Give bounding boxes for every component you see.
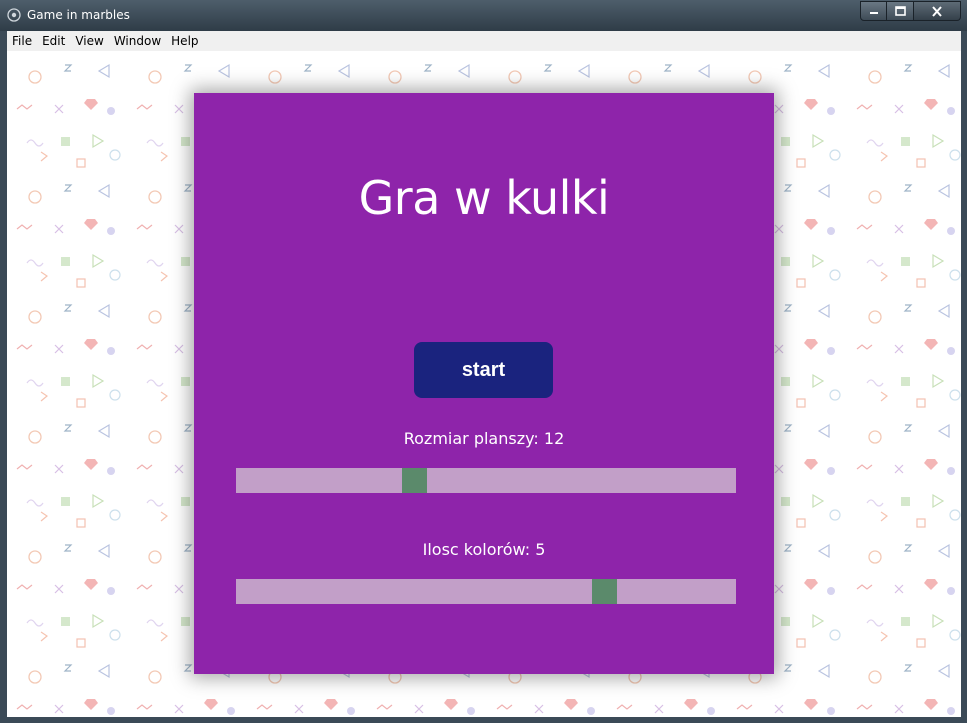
menu-bar: File Edit View Window Help xyxy=(7,31,961,51)
menu-help[interactable]: Help xyxy=(166,34,203,48)
app-icon xyxy=(7,8,21,22)
board-size-slider[interactable] xyxy=(236,468,736,493)
colors-count-label: Ilosc kolorów: 5 xyxy=(422,540,546,559)
close-icon xyxy=(932,5,942,17)
window-title: Game in marbles xyxy=(27,8,130,22)
menu-edit[interactable]: Edit xyxy=(37,34,70,48)
game-title: Gra w kulki xyxy=(358,171,610,225)
board-size-slider-thumb[interactable] xyxy=(402,468,427,493)
menu-card: Gra w kulki start Rozmiar planszy: 12 Il… xyxy=(194,93,774,674)
menu-file[interactable]: File xyxy=(7,34,37,48)
colors-count-slider-thumb[interactable] xyxy=(592,579,617,604)
title-bar[interactable]: Game in marbles xyxy=(0,0,967,31)
close-button[interactable] xyxy=(914,1,961,21)
menu-view[interactable]: View xyxy=(70,34,108,48)
maximize-button[interactable] xyxy=(887,1,914,21)
menu-window[interactable]: Window xyxy=(109,34,166,48)
minimize-button[interactable] xyxy=(860,1,887,21)
game-area: Gra w kulki start Rozmiar planszy: 12 Il… xyxy=(7,51,961,717)
maximize-icon xyxy=(894,6,906,16)
board-size-label: Rozmiar planszy: 12 xyxy=(403,429,565,448)
app-window: Game in marbles File Edit View Window He… xyxy=(0,0,967,723)
window-controls xyxy=(860,1,961,21)
start-button[interactable]: start xyxy=(414,342,553,398)
minimize-icon xyxy=(869,12,878,14)
colors-count-slider[interactable] xyxy=(236,579,736,604)
